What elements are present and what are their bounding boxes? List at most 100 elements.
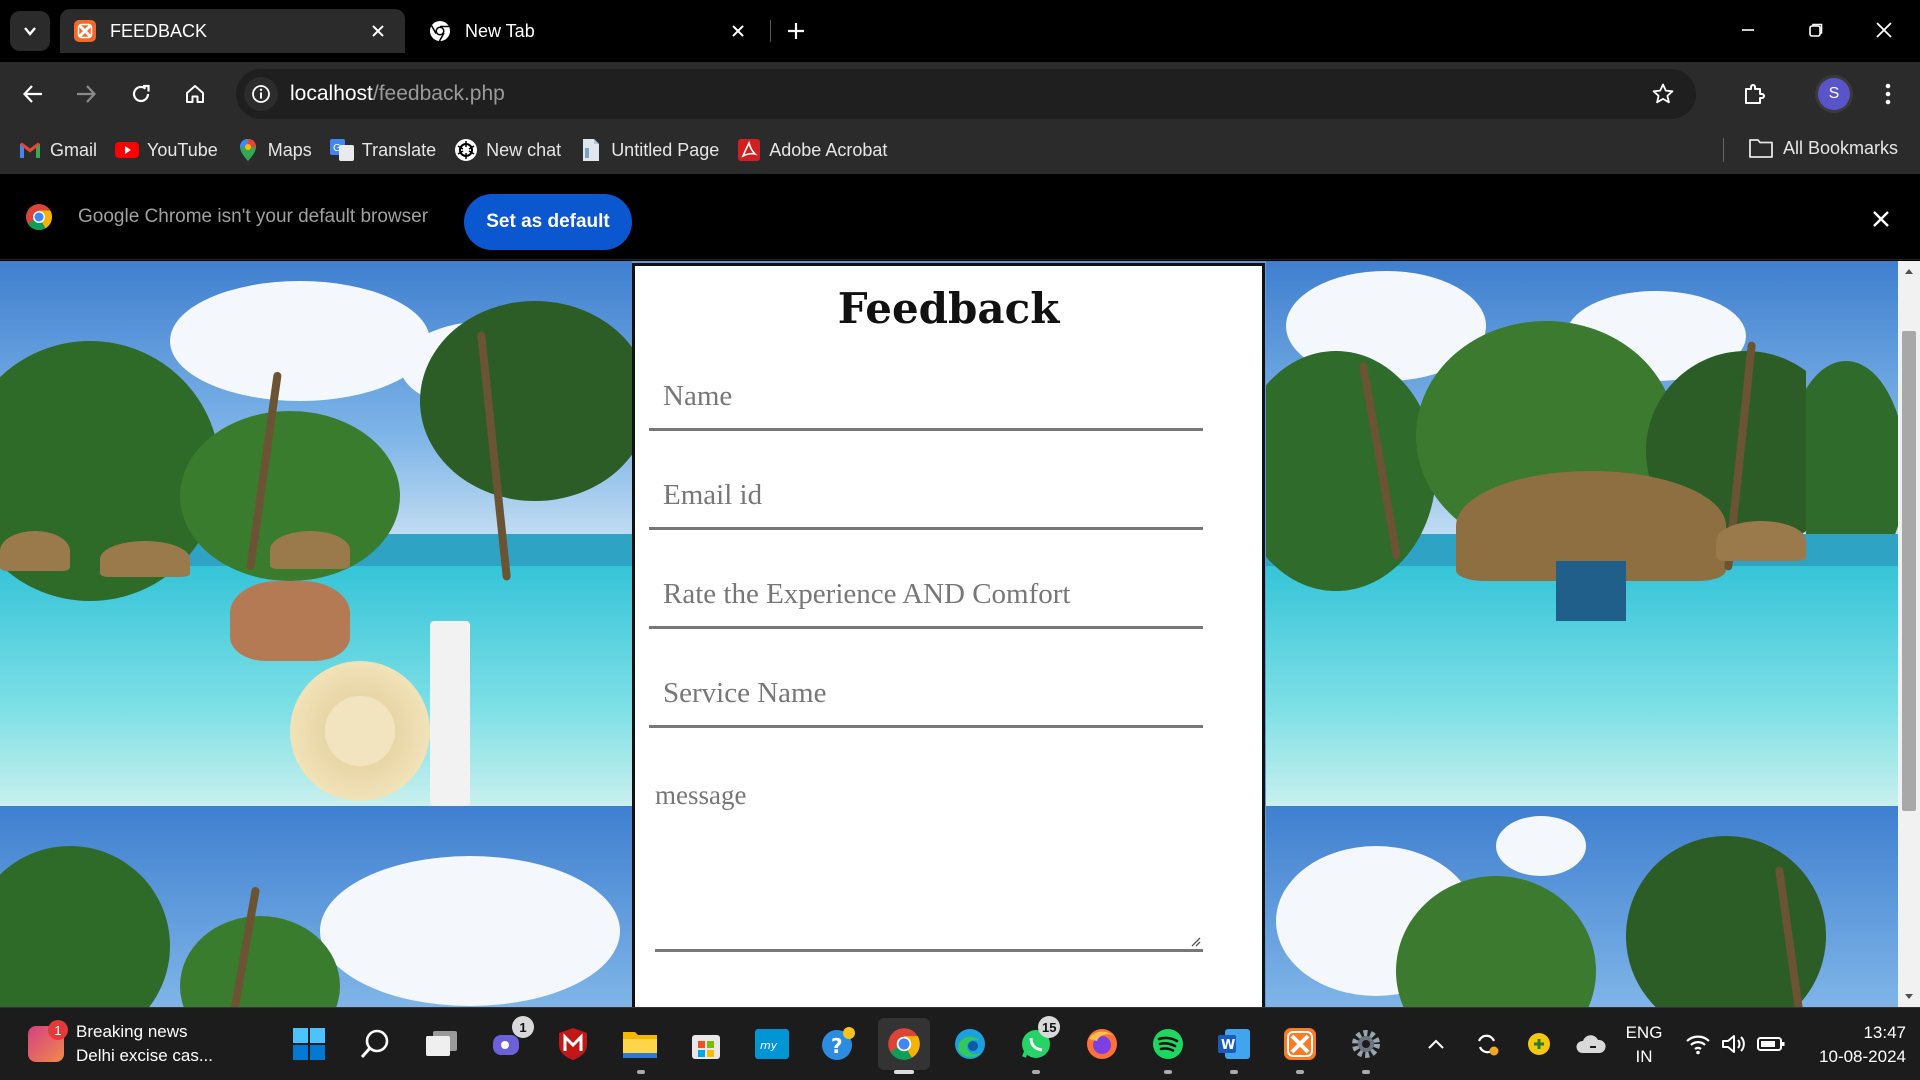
task-view-button[interactable] (422, 1024, 462, 1064)
mcafee-button[interactable] (553, 1024, 593, 1064)
profile-avatar[interactable]: S (1818, 78, 1850, 110)
sync-tray-icon[interactable] (1472, 1024, 1502, 1064)
word-icon: W (1218, 1029, 1250, 1059)
language-bottom: IN (1635, 1047, 1653, 1066)
name-input[interactable]: Name (649, 365, 1203, 431)
show-hidden-icons-button[interactable] (1422, 1024, 1450, 1064)
wifi-tray-icon[interactable] (1682, 1024, 1714, 1064)
start-button[interactable] (289, 1024, 329, 1064)
close-tab-icon[interactable] (365, 18, 391, 44)
word-button[interactable]: W (1214, 1024, 1254, 1064)
search-icon (360, 1029, 389, 1058)
onedrive-tray-icon[interactable] (1574, 1024, 1608, 1064)
xampp-button[interactable] (1280, 1024, 1320, 1064)
bookmark-label: Translate (361, 139, 437, 160)
svg-text:?: ? (831, 1034, 843, 1058)
new-tab-button[interactable] (780, 15, 812, 47)
spotify-button[interactable] (1148, 1024, 1188, 1064)
language-indicator[interactable]: ENG IN (1622, 1021, 1666, 1069)
reload-button[interactable] (121, 74, 161, 114)
address-bar[interactable]: localhost/feedback.php (236, 69, 1696, 119)
home-button[interactable] (175, 74, 215, 114)
tab-search-button[interactable] (10, 11, 50, 51)
restore-icon (1809, 23, 1823, 37)
news-badge: 1 (48, 1020, 68, 1040)
close-tab-icon[interactable] (725, 18, 751, 44)
bookmark-gmail[interactable]: Gmail (18, 138, 97, 162)
page-scrollbar[interactable] (1898, 261, 1920, 1007)
back-button[interactable] (13, 74, 53, 114)
vpn-tray-icon[interactable] (1524, 1024, 1554, 1064)
gmail-icon (18, 138, 42, 162)
all-bookmarks-button[interactable]: All Bookmarks (1749, 136, 1898, 160)
bookmark-translate[interactable]: G Translate (329, 138, 437, 162)
svg-text:my: my (760, 1039, 778, 1052)
search-button[interactable] (355, 1024, 395, 1064)
bookmark-untitled-page[interactable]: Untitled Page (579, 138, 719, 162)
infobar-close-icon[interactable] (1866, 204, 1896, 234)
rating-input[interactable]: Rate the Experience AND Comfort (649, 563, 1203, 629)
edge-button[interactable] (950, 1024, 990, 1064)
bookmark-maps[interactable]: Maps (236, 138, 312, 162)
scroll-down-arrow-icon[interactable] (1898, 987, 1920, 1007)
tab-strip: FEEDBACK New Tab (0, 0, 1920, 62)
message-textarea[interactable]: message (655, 766, 1203, 952)
edge-icon (955, 1029, 985, 1059)
battery-tray-icon[interactable] (1754, 1024, 1788, 1064)
myhp-button[interactable]: my (752, 1024, 792, 1064)
volume-tray-icon[interactable] (1718, 1024, 1750, 1064)
bookmark-youtube[interactable]: YouTube (115, 138, 218, 162)
news-widget[interactable]: 1 Breaking news Delhi excise cas... (28, 1020, 213, 1068)
microsoft-store-button[interactable] (686, 1024, 726, 1064)
all-bookmarks-label: All Bookmarks (1782, 137, 1898, 158)
get-help-button[interactable]: ? (818, 1024, 858, 1064)
settings-button[interactable] (1346, 1024, 1386, 1064)
chrome-taskbar-button[interactable] (878, 1018, 930, 1070)
browser-toolbar: localhost/feedback.php S (0, 62, 1920, 126)
infobar-message: Google Chrome isn't your default browser (78, 206, 429, 227)
set-as-default-button[interactable]: Set as default (464, 194, 632, 250)
extensions-button[interactable] (1734, 74, 1774, 114)
bookmark-adobe-acrobat[interactable]: Adobe Acrobat (737, 138, 887, 162)
help-icon: ? (822, 1027, 855, 1060)
menu-button[interactable] (1868, 74, 1908, 114)
kebab-menu-icon (1885, 83, 1891, 105)
service-name-input[interactable]: Service Name (649, 662, 1203, 728)
maps-icon (236, 138, 260, 162)
tab-feedback[interactable]: FEEDBACK (60, 9, 405, 53)
bookmark-label: New chat (486, 139, 562, 160)
firefox-button[interactable] (1082, 1024, 1122, 1064)
minimize-icon (1742, 29, 1754, 31)
forward-button[interactable] (66, 74, 106, 114)
url-text: localhost/feedback.php (290, 82, 505, 106)
background-image (0, 806, 632, 1007)
close-window-button[interactable] (1850, 0, 1918, 60)
chrome-icon (429, 20, 451, 42)
scroll-up-arrow-icon[interactable] (1898, 261, 1920, 281)
bookmark-label: Gmail (50, 139, 98, 160)
bookmark-new-chat[interactable]: New chat (454, 138, 561, 162)
restore-button[interactable] (1782, 0, 1850, 60)
page-icon (579, 138, 603, 162)
news-title: Breaking news (76, 1022, 188, 1041)
task-view-icon (426, 1031, 457, 1056)
bookmark-label: YouTube (147, 139, 218, 160)
myhp-icon: my (755, 1029, 789, 1059)
file-explorer-button[interactable] (620, 1024, 660, 1064)
background-image (1266, 261, 1806, 806)
bookmark-star-icon[interactable] (1648, 79, 1678, 109)
bookmark-label: Untitled Page (611, 139, 720, 160)
bookmark-label: Adobe Acrobat (769, 139, 888, 160)
bookmarks-bar: Gmail YouTube Maps G Translate New chat (0, 126, 1920, 174)
scrollbar-thumb[interactable] (1902, 331, 1916, 811)
email-input[interactable]: Email id (649, 464, 1203, 530)
resize-handle-icon[interactable] (1189, 935, 1201, 947)
minimize-button[interactable] (1714, 0, 1782, 60)
home-icon (186, 85, 204, 103)
teams-badge: 1 (512, 1016, 534, 1038)
clock[interactable]: 13:47 10-08-2024 (1800, 1021, 1906, 1069)
plus-icon (788, 23, 804, 39)
windows-start-icon (293, 1028, 325, 1060)
site-info-icon[interactable] (244, 77, 278, 111)
tab-new-tab[interactable]: New Tab (415, 9, 765, 53)
